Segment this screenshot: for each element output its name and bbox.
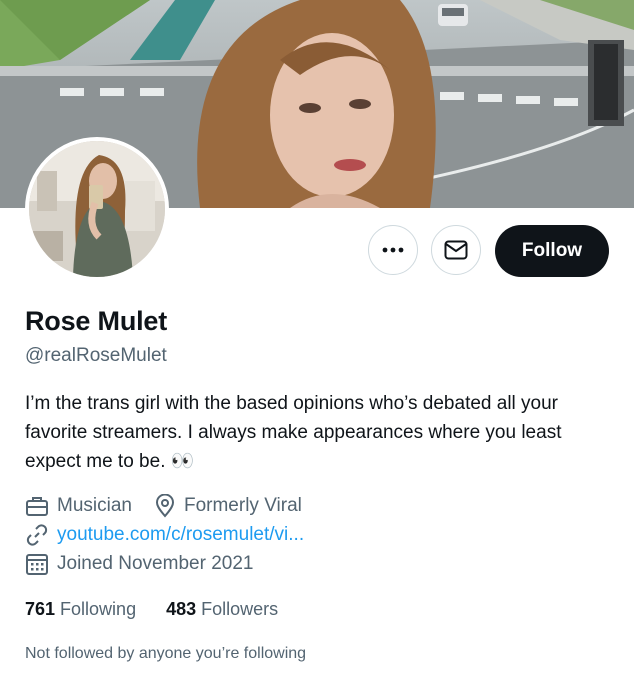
following-stat[interactable]: 761 Following <box>25 599 136 620</box>
avatar[interactable] <box>25 137 169 281</box>
profile-stats: 761 Following 483 Followers <box>25 599 308 620</box>
bio-emoji: 👀 <box>170 451 195 472</box>
following-count: 761 <box>25 599 56 619</box>
more-button[interactable] <box>368 225 418 275</box>
following-label: Following <box>60 599 137 619</box>
link-icon <box>26 524 48 546</box>
more-dots-icon <box>382 247 404 253</box>
location-pin-icon <box>155 494 174 518</box>
profile-name: Rose Mulet <box>25 306 168 336</box>
location-label: Formerly Viral <box>183 495 302 516</box>
profile-bio: I’m the trans girl with the based opinio… <box>25 389 615 476</box>
category-item: Musician <box>25 495 132 517</box>
profile-meta-row-3: Joined November 2021 <box>25 552 275 576</box>
link-item[interactable]: youtube.com/c/rosemulet/vi... <box>25 523 304 547</box>
joined-label: Joined November 2021 <box>57 553 254 574</box>
calendar-icon <box>26 554 48 575</box>
category-label: Musician <box>57 495 132 516</box>
location-item: Formerly Viral <box>154 494 302 518</box>
message-button[interactable] <box>431 225 481 275</box>
followed-by-note: Not followed by anyone you’re following <box>25 645 307 662</box>
profile-meta-row-2: youtube.com/c/rosemulet/vi... <box>25 523 326 547</box>
profile-meta-row-1: Musician Formerly Viral <box>25 494 324 518</box>
briefcase-icon <box>26 497 48 516</box>
joined-item: Joined November 2021 <box>25 552 253 576</box>
follow-button[interactable]: Follow <box>495 225 609 277</box>
followers-count: 483 <box>166 599 197 619</box>
followers-label: Followers <box>201 599 279 619</box>
profile-link[interactable]: youtube.com/c/rosemulet/vi... <box>57 524 304 546</box>
profile-handle: @realRoseMulet <box>25 345 167 366</box>
bio-text: I’m the trans girl with the based opinio… <box>25 393 562 472</box>
followers-stat[interactable]: 483 Followers <box>166 599 278 620</box>
envelope-icon <box>444 240 468 260</box>
